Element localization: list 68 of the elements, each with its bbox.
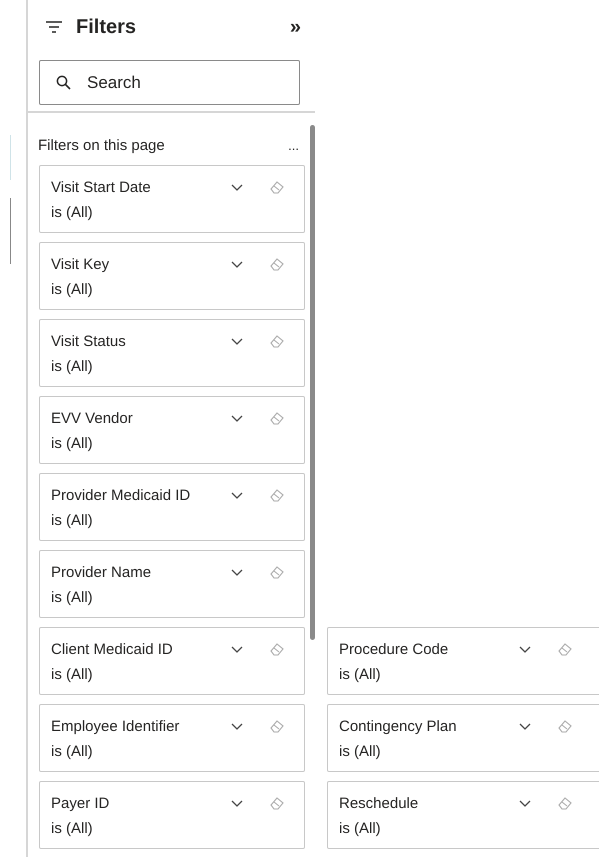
filter-card[interactable]: Client Medicaid ID is (All) [39, 627, 305, 695]
filter-name: Procedure Code [339, 641, 450, 658]
filter-name: Visit Key [51, 256, 110, 273]
eraser-icon[interactable] [270, 720, 284, 733]
filter-value: is (All) [51, 743, 93, 760]
filter-card[interactable]: Visit Status is (All) [39, 319, 305, 387]
filter-name: Payer ID [51, 795, 110, 812]
filter-value: is (All) [51, 358, 93, 375]
filter-name: Provider Name [51, 564, 152, 581]
eraser-icon[interactable] [558, 720, 572, 733]
filter-value: is (All) [339, 666, 381, 683]
chevron-down-icon[interactable] [519, 800, 531, 807]
eraser-icon[interactable] [558, 643, 572, 656]
eraser-icon[interactable] [270, 258, 284, 271]
search-field[interactable]: Search [39, 60, 300, 105]
filter-card[interactable]: Visit Key is (All) [39, 242, 305, 310]
chevron-down-icon[interactable] [519, 646, 531, 653]
filter-value: is (All) [51, 204, 93, 221]
filter-card[interactable]: Reschedule is (All) [327, 781, 599, 849]
filter-name: Client Medicaid ID [51, 641, 174, 658]
filter-name: Visit Status [51, 333, 127, 350]
filter-card[interactable]: Visit Start Date is (All) [39, 165, 305, 233]
filter-card[interactable]: Provider Medicaid ID is (All) [39, 473, 305, 541]
filter-name: Employee Identifier [51, 718, 180, 735]
eraser-icon[interactable] [558, 797, 572, 810]
eraser-icon[interactable] [270, 566, 284, 579]
chevron-down-icon[interactable] [231, 723, 243, 730]
eraser-icon[interactable] [270, 335, 284, 348]
chevron-down-icon[interactable] [231, 261, 243, 268]
eraser-icon[interactable] [270, 489, 284, 502]
collapse-button[interactable]: » [290, 17, 301, 37]
chevron-down-icon[interactable] [231, 338, 243, 345]
chevron-down-icon[interactable] [519, 723, 531, 730]
eraser-icon[interactable] [270, 643, 284, 656]
filter-value: is (All) [51, 435, 93, 452]
more-options-button[interactable]: ... [288, 138, 299, 153]
search-icon [56, 75, 71, 90]
filter-name: Contingency Plan [339, 718, 458, 735]
filter-value: is (All) [51, 820, 93, 837]
filter-card[interactable]: Employee Identifier is (All) [39, 704, 305, 772]
filter-value: is (All) [339, 820, 381, 837]
filter-card[interactable]: Procedure Code is (All) [327, 627, 599, 695]
scrollbar-thumb[interactable] [310, 125, 315, 640]
section-label: Filters on this page [38, 137, 166, 154]
filter-value: is (All) [51, 512, 93, 529]
chevron-down-icon[interactable] [231, 800, 243, 807]
filter-name: Visit Start Date [51, 179, 152, 196]
chevron-down-icon[interactable] [231, 492, 243, 499]
chevron-down-icon[interactable] [231, 415, 243, 422]
chevron-down-icon[interactable] [231, 646, 243, 653]
filter-card[interactable]: Contingency Plan is (All) [327, 704, 599, 772]
chevron-down-icon[interactable] [231, 569, 243, 576]
filter-name: Reschedule [339, 795, 420, 812]
filter-card[interactable]: Payer ID is (All) [39, 781, 305, 849]
filter-name: Provider Medicaid ID [51, 487, 192, 504]
chevron-down-icon[interactable] [231, 184, 243, 191]
filter-value: is (All) [51, 589, 93, 606]
filter-icon [46, 21, 62, 33]
filter-value: is (All) [339, 743, 381, 760]
eraser-icon[interactable] [270, 412, 284, 425]
filter-card[interactable]: Provider Name is (All) [39, 550, 305, 618]
filter-value: is (All) [51, 666, 93, 683]
eraser-icon[interactable] [270, 797, 284, 810]
filter-value: is (All) [51, 281, 93, 298]
filter-card[interactable]: EVV Vendor is (All) [39, 396, 305, 464]
panel-title: Filters [76, 16, 138, 38]
eraser-icon[interactable] [270, 181, 284, 194]
filter-name: EVV Vendor [51, 410, 134, 427]
